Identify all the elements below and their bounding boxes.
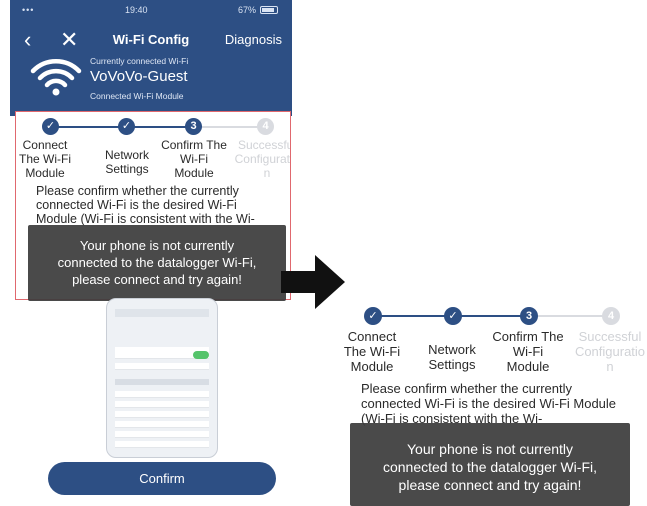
illustration-row — [115, 391, 209, 398]
confirm-message: Please confirm whether the currently con… — [36, 184, 255, 226]
step-1-check-icon: ✓ — [42, 118, 59, 135]
wifi-icon — [30, 59, 82, 96]
step-4-label: SuccessfulConfiguration — [234, 138, 291, 180]
step-3-number: 3 — [520, 307, 538, 325]
step-connector — [127, 126, 194, 128]
illustration-section — [115, 379, 209, 385]
phone-screen: ••• 19:40 67% ‹ ✕ Wi-Fi Config Diagnosis… — [10, 0, 292, 506]
illustration-nav — [115, 309, 209, 317]
signal-indicator: ••• — [22, 5, 35, 15]
step-connector — [530, 315, 612, 317]
error-toast: Your phone is not currently connected to… — [350, 423, 630, 506]
step-3-label: Confirm The Wi-Fi Module — [492, 329, 564, 374]
status-time: 19:40 — [124, 5, 148, 15]
wifi-settings-illustration — [106, 298, 218, 458]
step-connector — [454, 315, 530, 317]
battery-percent: 67% — [237, 5, 256, 15]
status-bar: ••• 19:40 67% — [10, 0, 292, 20]
step-4-label: SuccessfulConfiguration — [574, 329, 646, 374]
step-2-label: Network Settings — [428, 342, 476, 372]
battery-icon — [260, 6, 278, 14]
step-3-number: 3 — [185, 118, 202, 135]
header-bar: ••• 19:40 67% ‹ ✕ Wi-Fi Config Diagnosis… — [10, 0, 292, 116]
step-2-check-icon: ✓ — [118, 118, 135, 135]
step-connector — [194, 126, 266, 128]
step-progress: ✓ ✓ 3 4 Connect The Wi-Fi Module Network Se… — [16, 118, 290, 188]
step-1-check-icon: ✓ — [364, 307, 382, 325]
illustration-row — [115, 431, 209, 438]
illustration-row — [115, 411, 209, 418]
zoomed-detail: ✓ ✓ 3 4 Connect The Wi-Fi Module Network Se… — [336, 299, 647, 506]
step-1-label: Connect The Wi-Fi Module — [343, 329, 401, 374]
error-toast: Your phone is not currently connected to… — [28, 225, 286, 301]
module-label: Connected Wi-Fi Module — [90, 91, 184, 101]
connection-label: Currently connected Wi-Fi — [90, 56, 189, 66]
step-4-number: 4 — [257, 118, 274, 135]
confirm-message: Please confirm whether the currently con… — [361, 381, 617, 426]
battery-indicator: 67% — [238, 5, 278, 15]
step-4-number: 4 — [602, 307, 620, 325]
step-3-label: Confirm The Wi-Fi Module — [161, 138, 227, 180]
toggle-icon — [193, 351, 209, 359]
connected-ssid: VoVoVo-Guest — [90, 68, 188, 85]
illustration-row — [115, 421, 209, 428]
confirm-button[interactable]: Confirm — [48, 462, 276, 495]
illustration-row — [115, 401, 209, 408]
step-progress-zoomed: ✓ ✓ 3 4 Connect The Wi-Fi Module Network Se… — [336, 307, 647, 377]
step-2-label: Network Settings — [104, 148, 149, 176]
step-1-label: Connect The Wi-Fi Module — [19, 138, 71, 180]
step-connector — [374, 315, 454, 317]
illustration-row — [115, 441, 209, 448]
step-connector — [51, 126, 127, 128]
diagnosis-button[interactable]: Diagnosis — [225, 32, 282, 47]
nav-bar: ‹ ✕ Wi-Fi Config Diagnosis — [10, 26, 292, 54]
step-2-check-icon: ✓ — [444, 307, 462, 325]
illustration-row — [115, 363, 209, 370]
